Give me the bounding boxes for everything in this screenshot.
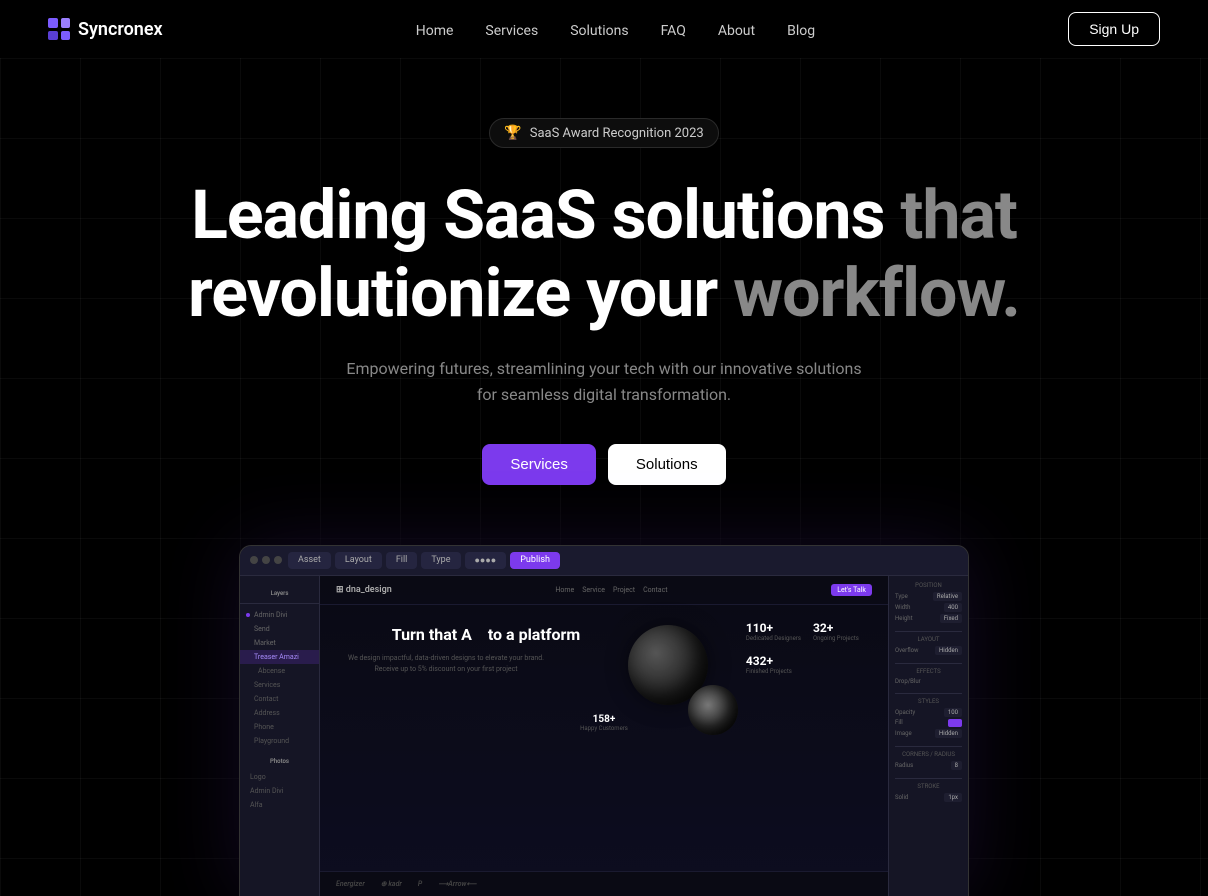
toolbar-tab-layout[interactable]: Layout (335, 552, 382, 569)
mockup-properties-panel: Position Type Relative Width 400 Height … (888, 576, 968, 896)
navbar: Syncronex Home Services Solutions FAQ Ab… (0, 0, 1208, 58)
properties-position: Position Type Relative Width 400 Height … (895, 582, 962, 623)
layer-dot (246, 613, 250, 617)
layer-item[interactable]: Alfa (240, 798, 319, 812)
inner-hero: Turn that A to a platform We design impa… (320, 605, 888, 753)
inner-hero-title: Turn that A to a platform (336, 625, 636, 646)
nav-home[interactable]: Home (416, 23, 454, 39)
inner-logo: ⊞ dna_design (336, 585, 392, 595)
brand-energizer: Energizer (336, 880, 365, 888)
solutions-button[interactable]: Solutions (608, 444, 726, 485)
hero-section: 🏆 SaaS Award Recognition 2023 Leading Sa… (0, 58, 1208, 896)
inner-nav: ⊞ dna_design Home Service Project Contac… (320, 576, 888, 605)
heading-workflow: workflow. (733, 253, 1020, 333)
brand-p: P (418, 880, 422, 888)
logo-icon (48, 18, 70, 40)
layer-item[interactable]: Send (240, 622, 319, 636)
heading-leading: Leading SaaS (191, 175, 596, 255)
toolbar-dot-2 (262, 556, 270, 564)
layer-item[interactable]: Playground (240, 734, 319, 748)
hero-content: 🏆 SaaS Award Recognition 2023 Leading Sa… (20, 118, 1188, 485)
panel-divider-5 (895, 778, 962, 779)
layer-item[interactable]: Services (240, 678, 319, 692)
nav-faq[interactable]: FAQ (661, 23, 686, 39)
hero-heading-line1: Leading SaaS solutions that (20, 176, 1188, 254)
toolbar-tab-asset[interactable]: Asset (288, 552, 331, 569)
signup-button[interactable]: Sign Up (1068, 12, 1160, 46)
award-text: SaaS Award Recognition 2023 (530, 126, 704, 141)
layer-item[interactable]: Logo (240, 770, 319, 784)
heading-solutions: solutions (612, 175, 901, 255)
toolbar-tabs: Asset Layout Fill Type ●●●● Publish (288, 552, 958, 569)
toolbar-tab-fill[interactable]: Fill (386, 552, 418, 569)
nav-solutions[interactable]: Solutions (570, 23, 628, 39)
award-badge: 🏆 SaaS Award Recognition 2023 (489, 118, 718, 148)
toolbar-dot-3 (274, 556, 282, 564)
screen-container: Asset Layout Fill Type ●●●● Publish Laye… (239, 545, 969, 896)
sphere-inner (688, 685, 738, 735)
nav-blog[interactable]: Blog (787, 23, 815, 39)
award-icon: 🏆 (504, 125, 521, 141)
panel-divider-3 (895, 693, 962, 694)
inner-nav-links: Home Service Project Contact (555, 586, 667, 594)
brand-arrow: ⟶Arrow⟵ (438, 880, 476, 888)
inner-hero-sub: We design impactful, data-driven designs… (336, 653, 556, 674)
layer-item[interactable]: Phone (240, 720, 319, 734)
nav-services[interactable]: Services (485, 23, 538, 39)
mockup-canvas: ⊞ dna_design Home Service Project Contac… (320, 576, 888, 896)
layer-item[interactable]: Abcense (240, 664, 319, 678)
hero-heading-line2: revolutionize your workflow. (20, 254, 1188, 332)
properties-corners: Corners / Radius Radius 8 (895, 751, 962, 770)
layer-item[interactable]: Admin Divi (240, 784, 319, 798)
toolbar-dots (250, 556, 282, 564)
stat-110: 110+ Dedicated Designers (746, 621, 801, 642)
inner-stats: 110+ Dedicated Designers 32+ Ongoing Pro… (746, 621, 868, 675)
nav-about[interactable]: About (718, 23, 755, 39)
sphere-decoration (628, 625, 728, 725)
brand-logo[interactable]: Syncronex (48, 18, 163, 40)
brand-name: Syncronex (78, 19, 163, 40)
mockup-layers-panel: Layers Admin Divi Send Market Treaser Am… (240, 576, 320, 896)
nav-links: Home Services Solutions FAQ About Blog (416, 20, 815, 39)
layer-item[interactable]: Market (240, 636, 319, 650)
mockup-toolbar: Asset Layout Fill Type ●●●● Publish (240, 546, 968, 576)
inner-stat-happy: 158+ Happy Customers (336, 714, 872, 732)
properties-styles: Styles Opacity 100 Fill Image Hidden (895, 698, 962, 738)
toolbar-tab-publish[interactable]: Publish (510, 552, 560, 569)
panel-divider-4 (895, 746, 962, 747)
layer-item-active[interactable]: Treaser Amazi (240, 650, 319, 664)
inner-cta: Let's Talk (831, 584, 872, 596)
stat-432: 432+ Finished Projects (746, 654, 801, 675)
toolbar-tab-freehand[interactable]: ●●●● (465, 552, 507, 569)
properties-layout: Layout Overflow Hidden (895, 636, 962, 655)
layer-item[interactable]: Admin Divi (240, 608, 319, 622)
toolbar-dot-1 (250, 556, 258, 564)
cta-buttons: Services Solutions (20, 444, 1188, 485)
properties-stroke: Stroke Solid 1px (895, 783, 962, 802)
layer-item[interactable]: Contact (240, 692, 319, 706)
services-button[interactable]: Services (482, 444, 596, 485)
heading-revolutionize: revolutionize (188, 253, 570, 333)
brand-kadr: ⊕ kadr (381, 880, 402, 888)
hero-heading: Leading SaaS solutions that revolutioniz… (20, 176, 1188, 332)
stat-32: 32+ Ongoing Projects (813, 621, 868, 642)
inner-brands: Energizer ⊕ kadr P ⟶Arrow⟵ (320, 871, 888, 896)
heading-that: that (900, 175, 1017, 255)
heading-your: your (586, 253, 733, 333)
properties-effects: Effects Drop/Blur (895, 668, 962, 685)
panel-divider-2 (895, 663, 962, 664)
inner-website: ⊞ dna_design Home Service Project Contac… (320, 576, 888, 896)
toolbar-tab-type[interactable]: Type (421, 552, 460, 569)
layer-item[interactable]: Address (240, 706, 319, 720)
mockup-body: Layers Admin Divi Send Market Treaser Am… (240, 576, 968, 896)
panel-divider (895, 631, 962, 632)
hero-subtitle: Empowering futures, streamlining your te… (344, 356, 864, 407)
screen-mockup: Asset Layout Fill Type ●●●● Publish Laye… (239, 545, 969, 896)
